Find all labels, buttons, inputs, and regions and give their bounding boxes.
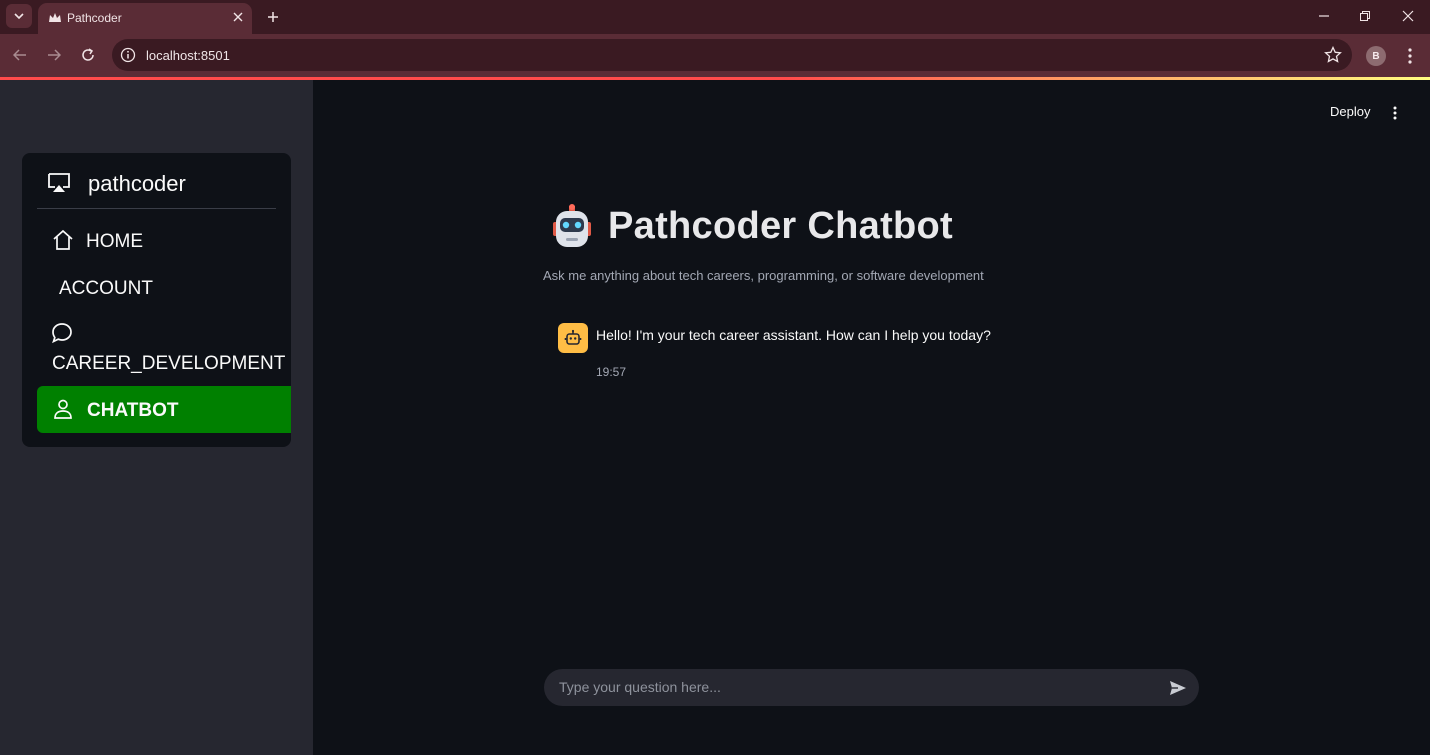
deploy-button[interactable]: Deploy [1330, 104, 1370, 119]
menu-title: pathcoder [88, 171, 186, 196]
profile-avatar[interactable]: B [1366, 46, 1386, 66]
person-icon [54, 399, 72, 419]
sidebar-item-account[interactable]: ACCOUNT [37, 268, 291, 308]
restore-button[interactable] [1351, 4, 1379, 28]
reload-button[interactable] [77, 44, 99, 66]
send-icon [1170, 681, 1186, 695]
close-icon [1402, 10, 1414, 22]
close-icon [233, 12, 243, 22]
chevron-down-icon [14, 13, 24, 20]
chat-bubble-icon [52, 323, 72, 344]
browser-menu-button[interactable] [1401, 45, 1419, 67]
address-bar[interactable]: localhost:8501 [112, 39, 1352, 71]
more-vertical-icon [1393, 106, 1397, 120]
tab-close-button[interactable] [230, 9, 246, 25]
sidebar-item-label: CHATBOT [87, 400, 179, 421]
option-menu: pathcoder HOME ACCOUNT CAREER_DEVELOPMEN… [22, 153, 291, 447]
main-content: Deploy Pathcoder Chatbot Ask me anything… [313, 80, 1430, 755]
page-subtitle: Ask me anything about tech careers, prog… [543, 268, 984, 283]
browser-toolbar: localhost:8501 [0, 34, 1430, 77]
tab-search-button[interactable] [6, 4, 32, 28]
back-button[interactable] [9, 44, 31, 66]
forward-button[interactable] [43, 44, 65, 66]
info-icon [120, 47, 136, 63]
house-icon [53, 229, 73, 250]
robot-icon [553, 204, 591, 247]
sidebar: pathcoder HOME ACCOUNT CAREER_DEVELOPMEN… [0, 80, 313, 755]
main-menu-button[interactable] [1387, 102, 1403, 124]
chat-input[interactable] [559, 679, 1149, 695]
minimize-button[interactable] [1310, 4, 1338, 28]
sidebar-item-career-development[interactable]: CAREER_DEVELOPMENT [37, 317, 291, 381]
send-button[interactable] [1167, 677, 1189, 699]
sidebar-item-label: ACCOUNT [59, 278, 153, 299]
assistant-message: Hello! I'm your tech career assistant. H… [596, 327, 991, 343]
restore-icon [1360, 11, 1370, 21]
browser-tab[interactable]: Pathcoder [38, 3, 252, 34]
chat-input-container [544, 669, 1199, 706]
sidebar-item-label: CAREER_DEVELOPMENT [52, 353, 286, 374]
sidebar-item-home[interactable]: HOME [37, 221, 291, 261]
new-tab-button[interactable] [262, 6, 284, 28]
assistant-avatar [558, 323, 588, 353]
tab-title: Pathcoder [67, 11, 122, 25]
cast-icon [48, 173, 70, 192]
close-window-button[interactable] [1394, 4, 1422, 28]
page-title: Pathcoder Chatbot [608, 205, 954, 247]
message-timestamp: 19:57 [596, 365, 627, 379]
sidebar-item-chatbot[interactable]: CHATBOT [37, 386, 291, 433]
browser-tab-bar: Pathcoder [0, 0, 1430, 34]
more-vertical-icon [1408, 48, 1412, 64]
crown-icon [49, 13, 61, 22]
url-text: localhost:8501 [146, 48, 230, 63]
star-icon[interactable] [1324, 46, 1342, 64]
arrow-left-icon [13, 49, 26, 61]
plus-icon [268, 12, 278, 22]
arrow-right-icon [48, 49, 61, 61]
sidebar-item-label: HOME [86, 231, 143, 252]
bot-icon [564, 329, 582, 345]
menu-header: pathcoder [37, 153, 276, 209]
reload-icon [82, 48, 94, 61]
minimize-icon [1319, 15, 1329, 17]
